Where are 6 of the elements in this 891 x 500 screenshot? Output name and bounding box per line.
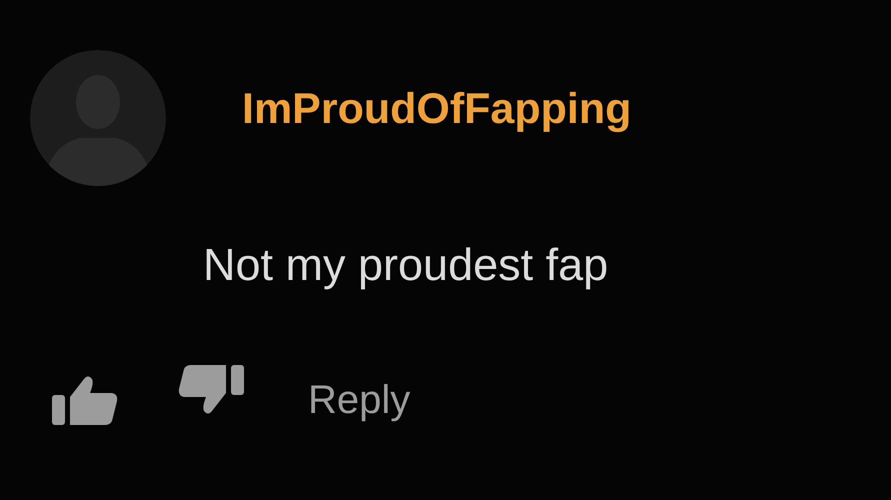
- thumbs-up-icon[interactable]: [52, 375, 118, 425]
- reply-link[interactable]: Reply: [308, 378, 410, 422]
- avatar-icon: [30, 50, 166, 186]
- thumbs-down-icon[interactable]: [178, 365, 244, 415]
- comment-text: Not my proudest fap: [203, 242, 610, 287]
- username[interactable]: ImProudOfFapping: [242, 84, 632, 134]
